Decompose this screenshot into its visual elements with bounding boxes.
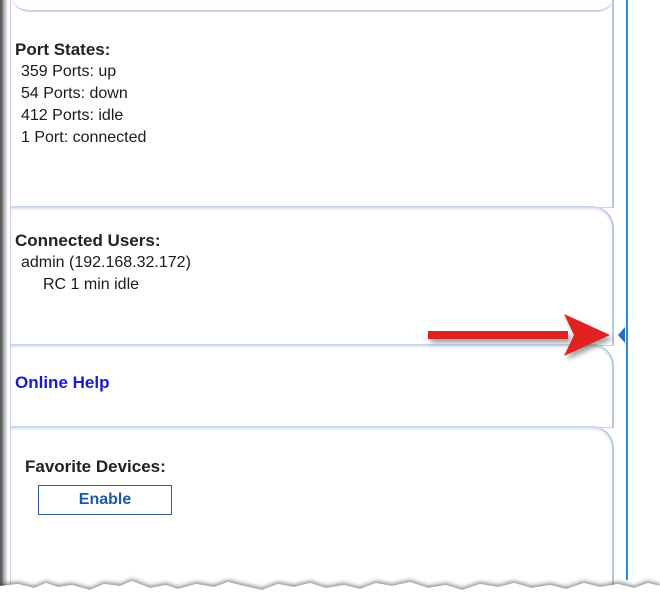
favorite-devices-title: Favorite Devices: <box>25 457 166 476</box>
port-states-panel: Port States: 359 Ports: up 54 Ports: dow… <box>10 0 615 208</box>
connected-users-panel: Connected Users: admin (192.168.32.172) … <box>10 206 614 346</box>
left-frame-edge <box>0 0 8 605</box>
port-state-line-up: 359 Ports: up <box>21 63 117 80</box>
port-states-title: Port States: <box>15 40 111 59</box>
screenshot-stage: Port States: 359 Ports: up 54 Ports: dow… <box>0 0 660 605</box>
port-state-line-connected: 1 Port: connected <box>21 129 147 146</box>
online-help-panel: Online Help <box>10 344 614 428</box>
connected-user-session: RC 1 min idle <box>43 276 140 293</box>
online-help-link[interactable]: Online Help <box>15 373 109 393</box>
pane-splitter[interactable] <box>626 0 628 580</box>
connected-users-title: Connected Users: <box>15 231 161 250</box>
port-state-line-down: 54 Ports: down <box>21 85 128 102</box>
panel-top-curve <box>11 0 615 12</box>
connected-user-entry: admin (192.168.32.172) <box>21 254 191 271</box>
chevron-left-icon <box>618 327 625 343</box>
enable-button[interactable]: Enable <box>38 485 172 515</box>
collapse-handle[interactable] <box>616 326 626 344</box>
port-state-line-idle: 412 Ports: idle <box>21 107 124 124</box>
favorite-devices-panel: Favorite Devices: Enable <box>10 426 614 605</box>
